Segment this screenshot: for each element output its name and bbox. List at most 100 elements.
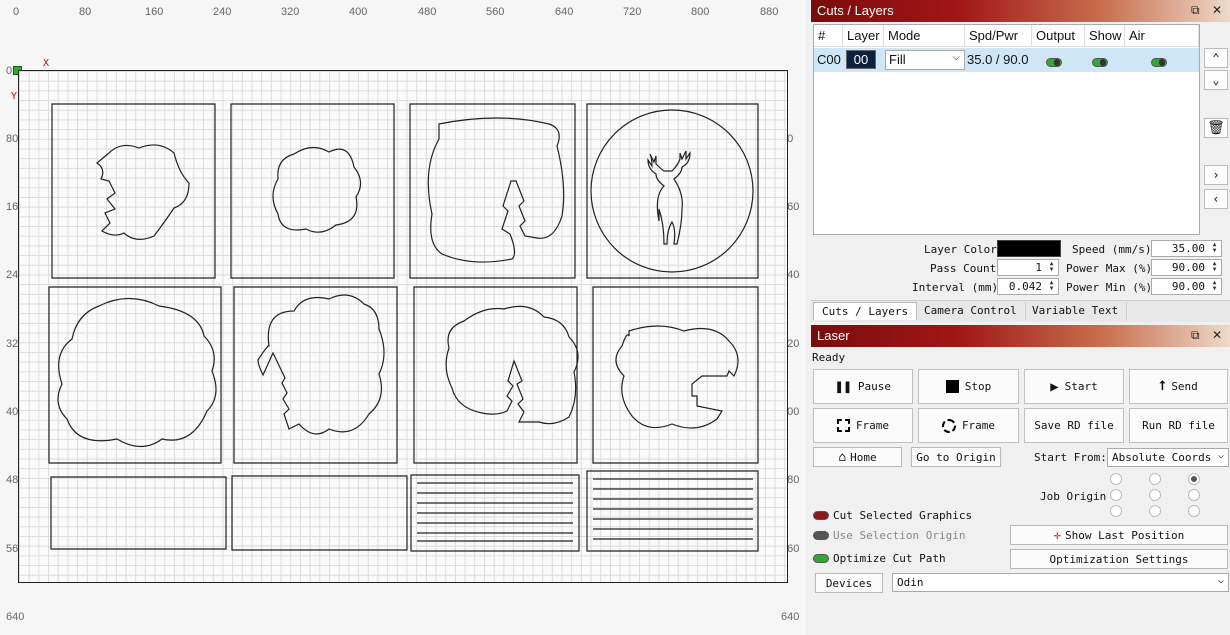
pause-button[interactable]: ❚❚ Pause bbox=[813, 369, 913, 404]
job-origin-radio[interactable] bbox=[1149, 505, 1161, 517]
tab-camera-control[interactable]: Camera Control bbox=[916, 302, 1026, 320]
trash-icon: 🗑 bbox=[1207, 120, 1225, 136]
job-origin-radio[interactable] bbox=[1110, 473, 1122, 485]
panel-large-blob bbox=[48, 286, 222, 464]
ruler-top-label: 320 bbox=[281, 6, 300, 18]
mode-select-value: Fill bbox=[889, 52, 906, 67]
job-origin-radio[interactable] bbox=[1149, 473, 1161, 485]
spinner-icon[interactable]: ▲ ▼ bbox=[1209, 280, 1220, 293]
air-toggle[interactable] bbox=[1151, 55, 1167, 70]
pass-count-label: Pass Count bbox=[930, 262, 997, 275]
ruler-top-label: 720 bbox=[623, 6, 642, 18]
frame-circle-icon bbox=[941, 418, 956, 433]
interval-input[interactable]: 0.042 ▲ ▼ bbox=[997, 278, 1059, 295]
frame-label: Frame bbox=[961, 419, 996, 432]
y-axis-marker: Y bbox=[11, 91, 18, 102]
panel-slats-2 bbox=[586, 470, 759, 552]
pause-icon: ❚❚ bbox=[835, 378, 852, 395]
cut-selected-toggle[interactable] bbox=[813, 511, 829, 520]
ruler-top-label: 560 bbox=[486, 6, 505, 18]
chevron-down-icon: ⌵ bbox=[1217, 575, 1224, 586]
job-origin-radio[interactable] bbox=[1188, 505, 1200, 517]
col-header-air[interactable]: Air bbox=[1125, 25, 1199, 47]
start-from-value: Absolute Coords bbox=[1112, 451, 1212, 464]
move-up-button[interactable]: ⌃ bbox=[1204, 48, 1228, 68]
col-header-mode[interactable]: Mode bbox=[884, 25, 965, 47]
output-toggle[interactable] bbox=[1046, 55, 1062, 70]
row-id: C00 bbox=[817, 52, 841, 67]
float-icon[interactable]: ⧉ bbox=[1191, 3, 1200, 18]
go-to-origin-button[interactable]: Go to Origin bbox=[911, 447, 1001, 467]
stop-button[interactable]: Stop bbox=[918, 369, 1019, 404]
job-origin-radio[interactable] bbox=[1149, 489, 1161, 501]
pause-label: Pause bbox=[857, 380, 891, 393]
start-button[interactable]: ▶ Start bbox=[1024, 369, 1124, 404]
optimization-settings-label: Optimization Settings bbox=[1049, 552, 1189, 566]
col-header-num[interactable]: # bbox=[814, 25, 843, 47]
panel-house-blob bbox=[592, 286, 759, 464]
float-icon[interactable]: ⧉ bbox=[1191, 328, 1200, 343]
stop-icon bbox=[945, 380, 959, 393]
job-origin-radio[interactable] bbox=[1188, 473, 1200, 485]
layer-swatch[interactable]: 00 bbox=[846, 50, 876, 69]
play-icon: ▶ bbox=[1050, 378, 1059, 395]
job-origin-radio[interactable] bbox=[1110, 489, 1122, 501]
run-rd-button[interactable]: Run RD file bbox=[1129, 408, 1228, 443]
prev-button[interactable]: ‹ bbox=[1204, 189, 1228, 209]
ruler-top-label: 0 bbox=[13, 6, 20, 18]
move-down-button[interactable]: ⌄ bbox=[1204, 70, 1228, 90]
panel-bottom-2 bbox=[231, 475, 408, 551]
spinner-icon[interactable]: ▲ ▼ bbox=[1209, 261, 1220, 274]
design-drawing[interactable] bbox=[19, 71, 789, 584]
frame-circle-button[interactable]: Frame bbox=[918, 408, 1019, 443]
show-toggle[interactable] bbox=[1092, 55, 1108, 70]
x-axis-marker: X bbox=[43, 58, 50, 69]
save-rd-button[interactable]: Save RD file bbox=[1024, 408, 1124, 443]
col-header-output[interactable]: Output bbox=[1032, 25, 1085, 47]
job-origin-radio[interactable] bbox=[1188, 489, 1200, 501]
start-label: Start bbox=[1064, 380, 1098, 393]
power-min-input[interactable]: 90.00 ▲ ▼ bbox=[1151, 278, 1222, 295]
tab-variable-text[interactable]: Variable Text bbox=[1024, 302, 1128, 320]
tab-cuts-layers[interactable]: Cuts / Layers bbox=[813, 302, 918, 320]
layer-color-swatch[interactable] bbox=[997, 240, 1061, 257]
device-select[interactable]: Odin ⌵ bbox=[892, 573, 1229, 592]
optimization-settings-button[interactable]: Optimization Settings bbox=[1010, 549, 1228, 569]
col-header-spdpwr[interactable]: Spd/Pwr bbox=[965, 25, 1032, 47]
col-header-show[interactable]: Show bbox=[1085, 25, 1125, 47]
start-from-select[interactable]: Absolute Coords ⌵ bbox=[1107, 448, 1229, 467]
mode-select[interactable]: Fill ⌵ bbox=[885, 50, 965, 70]
spinner-icon[interactable]: ▲ ▼ bbox=[1046, 261, 1057, 274]
col-header-layer[interactable]: Layer bbox=[843, 25, 884, 47]
run-rd-label: Run RD file bbox=[1142, 419, 1215, 432]
ruler-top-label: 480 bbox=[418, 6, 437, 18]
use-selection-origin-toggle[interactable] bbox=[813, 531, 829, 540]
speed-value: 35.00 bbox=[1171, 242, 1205, 255]
show-last-position-button[interactable]: ✛ Show Last Position bbox=[1010, 525, 1228, 545]
power-min-label: Power Min (%) bbox=[1066, 281, 1153, 294]
speed-input[interactable]: 35.00 ▲ ▼ bbox=[1151, 240, 1222, 257]
pass-count-input[interactable]: 1 ▲ ▼ bbox=[997, 259, 1059, 276]
chevron-up-icon: ⌃ bbox=[1212, 51, 1220, 65]
workspace-grid[interactable] bbox=[18, 70, 788, 583]
delete-layer-button[interactable]: 🗑 bbox=[1204, 118, 1228, 138]
next-button[interactable]: › bbox=[1204, 165, 1228, 185]
home-label: Home bbox=[850, 450, 877, 464]
devices-button[interactable]: Devices bbox=[815, 573, 883, 593]
job-origin-radio[interactable] bbox=[1110, 505, 1122, 517]
ruler-top-label: 240 bbox=[213, 6, 232, 18]
close-icon[interactable]: ✕ bbox=[1212, 328, 1222, 342]
spinner-icon[interactable]: ▲ ▼ bbox=[1209, 242, 1220, 255]
optimize-cut-path-toggle[interactable] bbox=[813, 554, 829, 563]
home-button[interactable]: ⌂ Home bbox=[813, 447, 902, 467]
send-button[interactable]: ⭡ Send bbox=[1129, 369, 1228, 404]
frame-rect-button[interactable]: Frame bbox=[813, 408, 913, 443]
canvas-area[interactable]: 0 80 160 240 320 400 480 560 640 720 800… bbox=[0, 0, 806, 635]
power-max-input[interactable]: 90.00 ▲ ▼ bbox=[1151, 259, 1222, 276]
panel-tree-blob bbox=[233, 286, 398, 464]
panel-slats-1 bbox=[410, 474, 580, 552]
go-to-origin-label: Go to Origin bbox=[916, 450, 996, 464]
layers-table[interactable]: # Layer Mode Spd/Pwr Output Show Air C00… bbox=[813, 24, 1200, 235]
spinner-icon[interactable]: ▲ ▼ bbox=[1046, 280, 1057, 293]
close-icon[interactable]: ✕ bbox=[1212, 3, 1222, 17]
